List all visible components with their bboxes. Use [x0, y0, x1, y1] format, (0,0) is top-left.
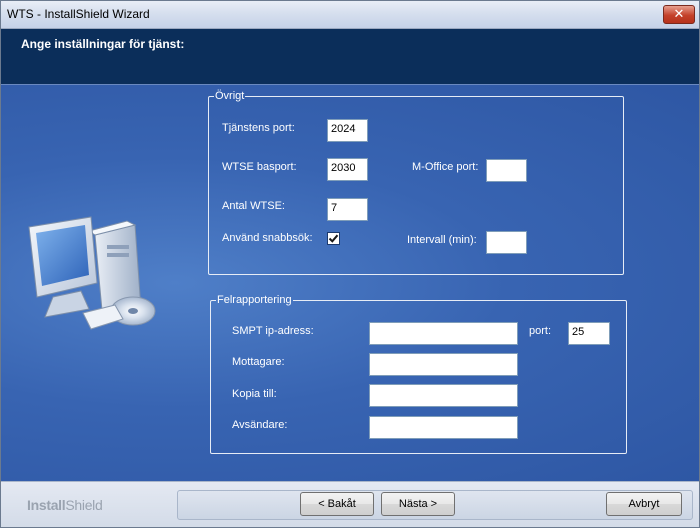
smpt-ip-label: SMPT ip-adress:	[232, 325, 314, 337]
wtse-basport-label: WTSE basport:	[222, 161, 297, 173]
tjanstens-port-label: Tjänstens port:	[222, 122, 295, 134]
intervall-label: Intervall (min):	[407, 234, 477, 246]
next-button[interactable]: Nästa >	[381, 492, 455, 516]
page-heading: Ange inställningar för tjänst:	[21, 37, 185, 51]
smtp-port-label: port:	[529, 325, 552, 337]
computer-illustration-icon	[28, 216, 156, 330]
checkmark-icon	[328, 234, 339, 243]
avsandare-label: Avsändare:	[232, 419, 288, 431]
wizard-body: Övrigt Tjänstens port: 2024 WTSE basport…	[1, 85, 699, 481]
antal-wtse-label: Antal WTSE:	[222, 200, 285, 212]
group-ovrigt: Övrigt	[208, 90, 624, 275]
close-button[interactable]: ✕	[663, 5, 695, 24]
smtp-port-input[interactable]: 25	[568, 322, 610, 345]
snabbsok-label: Använd snabbsök:	[222, 232, 313, 244]
intervall-input[interactable]	[486, 231, 527, 254]
back-button[interactable]: < Bakåt	[300, 492, 374, 516]
cancel-button[interactable]: Avbryt	[606, 492, 682, 516]
smpt-ip-input[interactable]	[369, 322, 518, 345]
group-ovrigt-legend: Övrigt	[215, 90, 245, 102]
snabbsok-checkbox[interactable]	[327, 232, 340, 245]
wizard-footer: InstallShield < Bakåt Nästa > Avbryt	[1, 481, 699, 527]
moffice-port-label: M-Office port:	[412, 161, 479, 173]
mottagare-input[interactable]	[369, 353, 518, 376]
wizard-header: Ange inställningar för tjänst:	[1, 29, 699, 85]
installshield-logo: InstallShield	[27, 497, 103, 513]
moffice-port-input[interactable]	[486, 159, 527, 182]
mottagare-label: Mottagare:	[232, 356, 285, 368]
tjanstens-port-input[interactable]: 2024	[327, 119, 368, 142]
window-title: WTS - InstallShield Wizard	[7, 7, 150, 21]
kopia-till-label: Kopia till:	[232, 388, 277, 400]
close-icon: ✕	[673, 6, 685, 21]
wtse-basport-input[interactable]: 2030	[327, 158, 368, 181]
avsandare-input[interactable]	[369, 416, 518, 439]
antal-wtse-input[interactable]: 7	[327, 198, 368, 221]
title-bar[interactable]: WTS - InstallShield Wizard ✕	[1, 1, 699, 29]
installer-window: WTS - InstallShield Wizard ✕ Ange instäl…	[0, 0, 700, 528]
group-felrapportering-legend: Felrapportering	[217, 294, 292, 306]
kopia-till-input[interactable]	[369, 384, 518, 407]
